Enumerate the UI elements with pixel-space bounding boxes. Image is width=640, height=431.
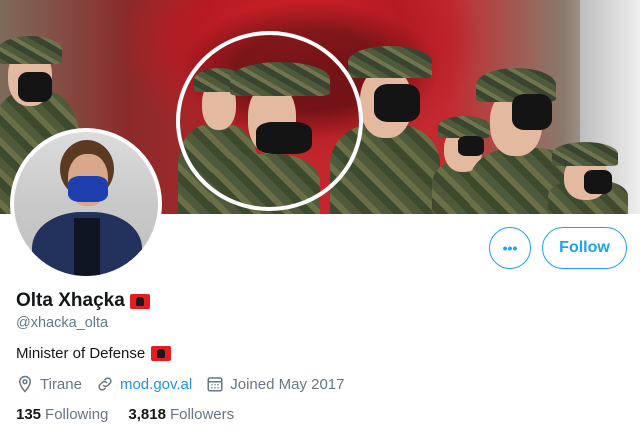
location-item: Tirane	[16, 375, 82, 393]
followers-count: 3,818	[128, 406, 166, 423]
followers-link[interactable]: 3,818 Followers	[128, 406, 234, 423]
albania-flag-icon	[151, 346, 172, 361]
joined-item: Joined May 2017	[206, 375, 344, 393]
profile-bio: Minister of Defense	[16, 345, 172, 362]
following-label: Following	[45, 406, 109, 423]
follow-button[interactable]: Follow	[542, 227, 627, 269]
more-button[interactable]: •••	[489, 227, 531, 269]
following-count: 135	[16, 406, 42, 423]
location-text: Tirane	[40, 375, 82, 393]
location-pin-icon	[18, 375, 32, 393]
profile-name-text: Olta Xhaçka	[16, 290, 125, 311]
profile-handle: @xhacka_olta	[16, 315, 109, 331]
joined-text: Joined May 2017	[230, 375, 345, 393]
followers-label: Followers	[169, 406, 235, 423]
more-icon: •••	[502, 240, 518, 256]
avatar-photo	[14, 132, 158, 276]
albania-flag-icon	[129, 293, 150, 309]
calendar-icon	[207, 377, 223, 392]
website-item: mod.gov.al	[96, 375, 192, 393]
profile-stats: 135 Following 3,818 Followers	[16, 406, 234, 423]
bio-text: Minister of Defense	[16, 345, 146, 362]
following-link[interactable]: 135 Following	[16, 406, 108, 423]
avatar[interactable]	[10, 128, 162, 280]
link-icon	[98, 377, 112, 391]
profile-meta: Tirane mod.gov.al Joined May 2017	[16, 375, 358, 393]
profile-name: Olta Xhaçka	[16, 290, 150, 312]
highlight-circle	[176, 31, 363, 211]
website-link[interactable]: mod.gov.al	[120, 376, 192, 393]
